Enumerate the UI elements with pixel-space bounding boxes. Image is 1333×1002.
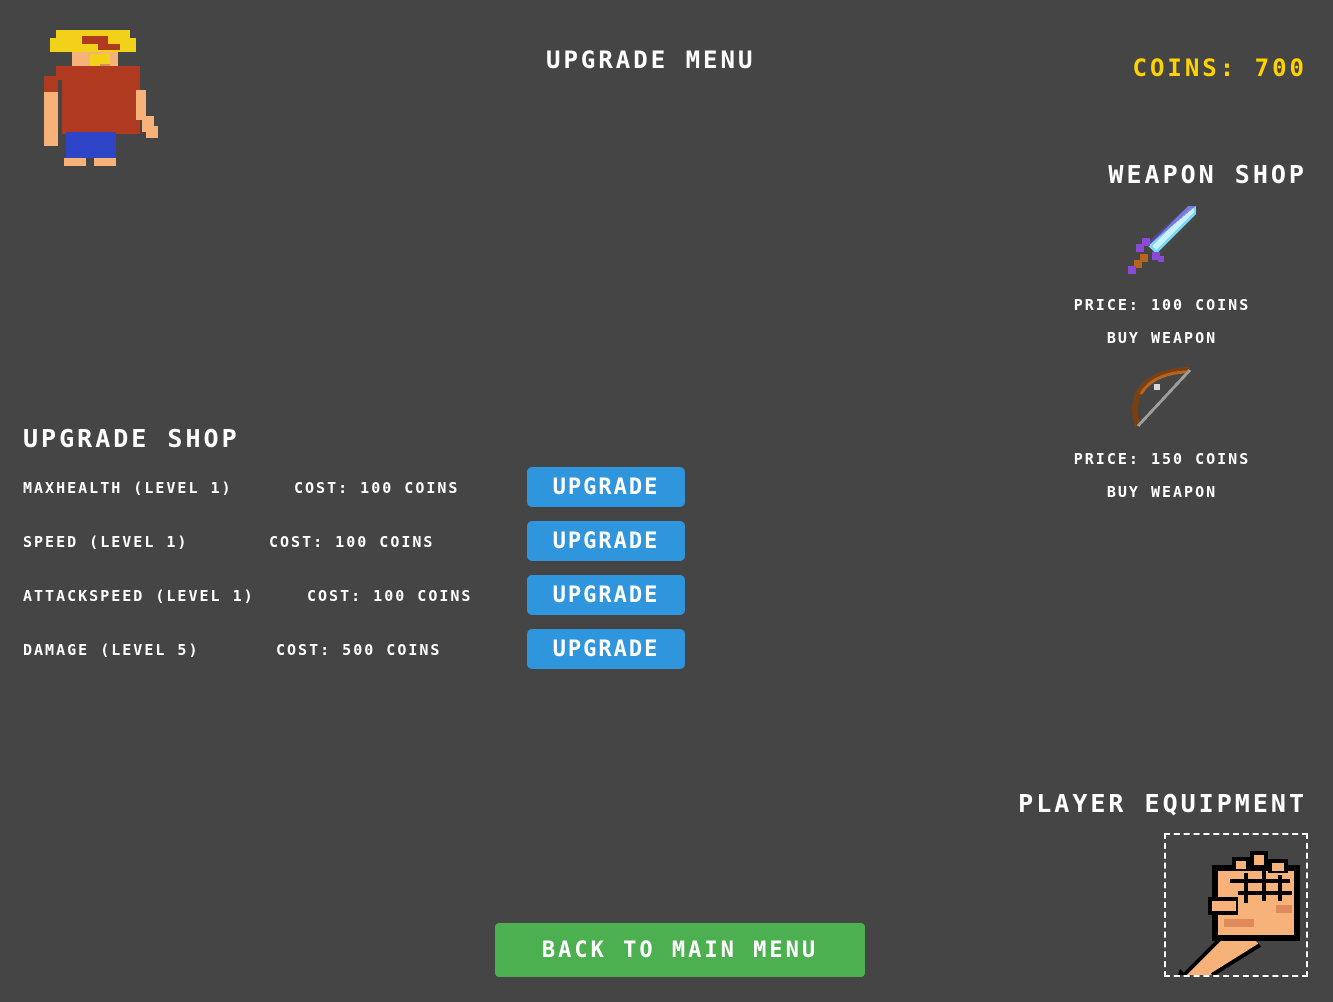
fist-icon	[1178, 851, 1300, 975]
player-avatar	[42, 28, 160, 170]
equipment-slot[interactable]	[1164, 833, 1308, 977]
weapon-shop-title: WEAPON SHOP	[1108, 160, 1307, 189]
page-title: UPGRADE MENU	[546, 46, 756, 74]
upgrade-button-maxhealth[interactable]: UPGRADE	[527, 467, 685, 507]
upgrade-name: ATTACKSPEED (LEVEL 1)	[23, 587, 255, 605]
buy-weapon-button[interactable]: BUY WEAPON	[1007, 483, 1317, 501]
upgrade-name: SPEED (LEVEL 1)	[23, 533, 189, 551]
weapon-price: PRICE: 150 COINS	[1073, 450, 1251, 468]
sword-icon	[1128, 206, 1196, 274]
weapon-item-sword: PRICE: 100 COINS BUY WEAPON	[1007, 204, 1317, 347]
upgrade-cost: COST: 100 COINS	[307, 587, 473, 605]
upgrade-button-speed[interactable]: UPGRADE	[527, 521, 685, 561]
upgrade-shop-title: UPGRADE SHOP	[23, 424, 240, 453]
upgrade-row-attackspeed: ATTACKSPEED (LEVEL 1) COST: 100 COINS UP…	[23, 575, 703, 615]
back-to-main-menu-button[interactable]: BACK TO MAIN MENU	[495, 923, 865, 977]
upgrade-row-speed: SPEED (LEVEL 1) COST: 100 COINS UPGRADE	[23, 521, 703, 561]
upgrade-cost: COST: 100 COINS	[269, 533, 435, 551]
buy-weapon-button[interactable]: BUY WEAPON	[1007, 329, 1317, 347]
weapon-price: PRICE: 100 COINS	[1073, 296, 1251, 314]
upgrade-cost: COST: 100 COINS	[294, 479, 460, 497]
upgrade-name: MAXHEALTH (LEVEL 1)	[23, 479, 233, 497]
bow-icon	[1132, 367, 1192, 428]
upgrade-button-attackspeed[interactable]: UPGRADE	[527, 575, 685, 615]
upgrade-row-damage: DAMAGE (LEVEL 5) COST: 500 COINS UPGRADE	[23, 629, 703, 669]
player-character-icon	[44, 30, 158, 166]
weapon-item-bow: PRICE: 150 COINS BUY WEAPON	[1007, 366, 1317, 501]
upgrade-cost: COST: 500 COINS	[276, 641, 442, 659]
upgrade-row-maxhealth: MAXHEALTH (LEVEL 1) COST: 100 COINS UPGR…	[23, 467, 703, 507]
player-equipment-title: PLAYER EQUIPMENT	[1018, 789, 1307, 818]
upgrade-name: DAMAGE (LEVEL 5)	[23, 641, 200, 659]
coin-counter: COINS: 700	[1132, 54, 1307, 82]
upgrade-button-damage[interactable]: UPGRADE	[527, 629, 685, 669]
